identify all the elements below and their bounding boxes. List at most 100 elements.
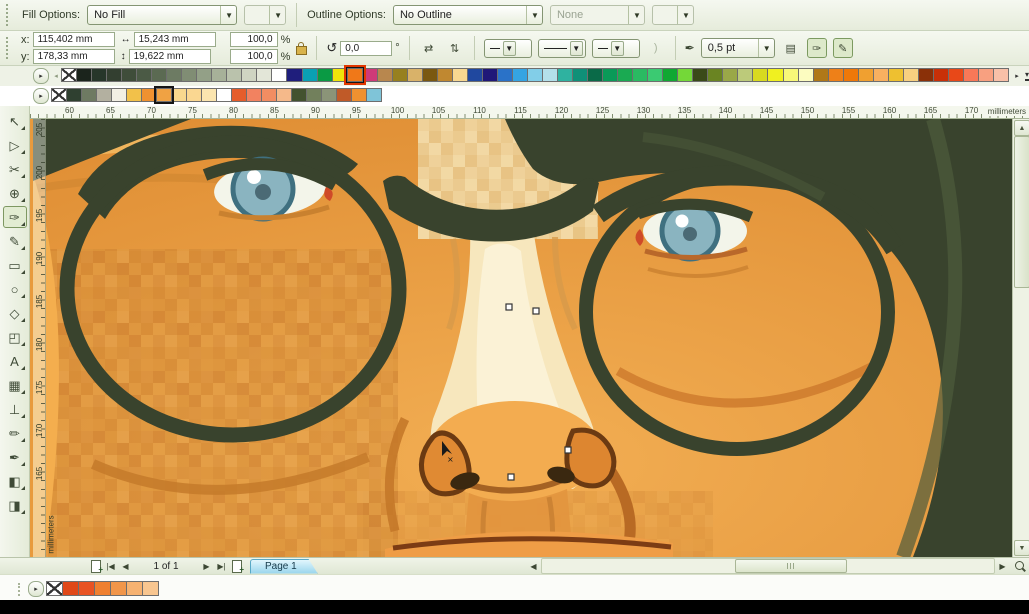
palette-swatch[interactable] [181, 68, 197, 82]
palette-swatch[interactable] [407, 68, 423, 82]
palette-swatch[interactable] [903, 68, 919, 82]
outline-width-combobox[interactable]: 0,5 pt ▼ [701, 38, 775, 58]
palette-swatch[interactable] [91, 68, 107, 82]
basic-shapes-tool[interactable]: ◰ [3, 326, 27, 348]
palette-flyout-button[interactable]: ▸ [28, 581, 44, 597]
vertical-scrollbar[interactable]: ▲ ▼ [1012, 119, 1029, 557]
edit-curve-toggle-button[interactable]: ✎ [833, 38, 853, 58]
line-style-combobox[interactable]: ▼ [538, 39, 586, 58]
palette-swatch[interactable] [291, 88, 307, 102]
palette-swatch[interactable] [647, 68, 663, 82]
end-arrowhead-combobox[interactable]: ▼ [592, 39, 640, 58]
palette-swatch[interactable] [783, 68, 799, 82]
palette-swatch[interactable] [46, 581, 63, 596]
palette-swatch[interactable] [142, 581, 159, 596]
previous-page-button[interactable]: ◀ [118, 559, 133, 573]
palette-swatch[interactable] [166, 68, 182, 82]
more-colors-button[interactable]: ▾ [1025, 71, 1029, 81]
palette-swatch[interactable] [497, 68, 513, 82]
palette-swatch[interactable] [617, 68, 633, 82]
add-page-button[interactable] [88, 559, 103, 573]
palette-swatch[interactable] [62, 581, 79, 596]
palette-swatch[interactable] [767, 68, 783, 82]
palette-swatch[interactable] [211, 68, 227, 82]
palette-swatch[interactable] [933, 68, 949, 82]
palette-swatch[interactable] [81, 88, 97, 102]
palette-swatch[interactable] [557, 68, 573, 82]
curve-smoothing-toggle-button[interactable]: ✑ [807, 38, 827, 58]
palette-swatch[interactable] [873, 68, 889, 82]
palette-scroll-right-button[interactable]: ▸ [1012, 69, 1022, 83]
palette-swatch[interactable] [437, 68, 453, 82]
palette-swatch[interactable] [482, 68, 498, 82]
palette-swatch[interactable] [737, 68, 753, 82]
palette-swatch[interactable] [186, 88, 202, 102]
last-page-button[interactable]: ▶| [214, 559, 229, 573]
outline-type-combobox[interactable]: No Outline ▼ [393, 5, 543, 25]
chevron-down-icon[interactable]: ▼ [526, 6, 539, 24]
palette-swatch[interactable] [572, 68, 588, 82]
scale-h-field[interactable]: 100,0 [230, 32, 278, 47]
eyedropper-tool[interactable]: ✏ [3, 422, 27, 444]
palette-swatch[interactable] [828, 68, 844, 82]
palette-swatch[interactable] [216, 88, 232, 102]
palette-swatch[interactable] [813, 68, 829, 82]
palette-swatch[interactable] [722, 68, 738, 82]
artistic-media-tool[interactable]: ✎ [3, 230, 27, 252]
palette-swatch[interactable] [106, 68, 122, 82]
first-page-button[interactable]: |◀ [103, 559, 118, 573]
canvas-artwork[interactable]: × [33, 119, 1012, 557]
palette-drag-handle[interactable] [18, 583, 23, 596]
scroll-left-button[interactable]: ◀ [526, 559, 541, 573]
outline-pen-tool[interactable]: ✒ [3, 446, 27, 468]
palette-swatch[interactable] [226, 68, 242, 82]
palette-swatch[interactable] [271, 68, 287, 82]
crop-tool[interactable]: ✂ [3, 158, 27, 180]
palette-swatch[interactable] [51, 88, 67, 102]
palette-swatch[interactable] [888, 68, 904, 82]
y-position-field[interactable]: 178,33 mm [33, 49, 115, 64]
palette-swatch[interactable] [366, 88, 382, 102]
toolbar-drag-handle[interactable] [6, 4, 11, 26]
palette-swatch[interactable] [76, 68, 92, 82]
palette-swatch[interactable] [752, 68, 768, 82]
zoom-magnifier-icon[interactable] [1012, 559, 1029, 574]
start-arrowhead-combobox[interactable]: ▼ [484, 39, 532, 58]
horizontal-scrollbar-track[interactable] [541, 558, 995, 574]
palette-swatch[interactable] [332, 68, 348, 82]
dimension-tool[interactable]: ⊥ [3, 398, 27, 420]
palette-swatch[interactable] [111, 88, 127, 102]
palette-swatch[interactable] [306, 88, 322, 102]
palette-swatch[interactable] [231, 88, 247, 102]
palette-swatch[interactable] [126, 581, 143, 596]
palette-swatch[interactable] [61, 68, 77, 82]
interactive-fill-tool[interactable]: ◨ [3, 494, 27, 516]
palette-swatch[interactable] [241, 68, 257, 82]
palette-swatch[interactable] [94, 581, 111, 596]
chevron-down-icon[interactable]: ▼ [611, 41, 624, 56]
palette-swatch[interactable] [351, 88, 367, 102]
palette-swatch[interactable] [918, 68, 934, 82]
palette-swatch[interactable] [587, 68, 603, 82]
palette-swatch[interactable] [336, 88, 352, 102]
palette-swatch[interactable] [317, 68, 333, 82]
pick-tool[interactable]: ↖ [3, 110, 27, 132]
table-tool[interactable]: ▦ [3, 374, 27, 396]
palette-swatch[interactable] [321, 88, 337, 102]
x-position-field[interactable]: 115,402 mm [33, 32, 115, 47]
drawing-canvas[interactable]: × 205200195190185180175170165 millimeter… [30, 119, 1029, 557]
page-tab[interactable]: Page 1 [250, 559, 318, 574]
mirror-vertical-button[interactable]: ⇅ [445, 38, 465, 58]
palette-swatch[interactable] [512, 68, 528, 82]
ellipse-tool[interactable]: ○ [3, 278, 27, 300]
horizontal-scrollbar-thumb[interactable] [735, 559, 847, 573]
palette-swatch[interactable] [452, 68, 468, 82]
palette-swatch[interactable] [677, 68, 693, 82]
palette-swatch[interactable] [692, 68, 708, 82]
palette-swatch[interactable] [843, 68, 859, 82]
palette-swatch[interactable] [632, 68, 648, 82]
vertical-scrollbar-thumb[interactable] [1014, 136, 1029, 288]
palette-flyout-button[interactable]: ▸ [33, 88, 49, 104]
palette-swatch[interactable] [302, 68, 318, 82]
palette-swatch[interactable] [121, 68, 137, 82]
